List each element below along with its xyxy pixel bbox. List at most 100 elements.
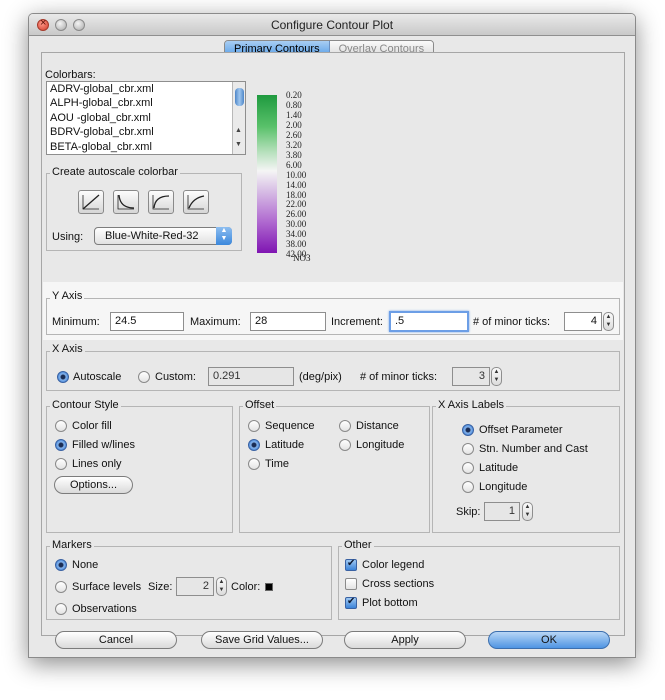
y-minor-ticks-stepper[interactable]: ▲ ▼ [603,312,614,331]
apply-button[interactable]: Apply [344,631,466,649]
labels-longitude-radio[interactable] [462,481,474,493]
offset-sequence-label: Sequence [265,420,315,432]
x-minor-ticks-field[interactable]: 3 [452,367,490,386]
offset-longitude-label: Longitude [356,439,405,451]
x-minor-ticks-label: # of minor ticks: [360,371,438,383]
markers-none-radio[interactable] [55,559,67,571]
y-minor-ticks-field[interactable]: 4 [564,312,602,331]
marker-size-stepper[interactable]: ▲ ▼ [216,577,227,596]
colorbars-scrollbar[interactable]: ▲ ▼ [232,82,245,154]
marker-color-label: Color: [231,581,261,593]
autoscale-colorbar-title: Create autoscale colorbar [50,166,180,178]
cross-sections-label: Cross sections [362,578,435,590]
offset-sequence-radio[interactable] [248,420,260,432]
lines-only-radio[interactable] [55,458,67,470]
x-custom-radio[interactable] [138,371,150,383]
ok-button[interactable]: OK [488,631,610,649]
scroll-up-arrow-icon[interactable]: ▲ [235,127,242,134]
list-item[interactable]: ALPH-global_cbr.xml [47,96,245,110]
colorbars-list[interactable]: ADRV-global_cbr.xml ALPH-global_cbr.xml … [46,81,246,155]
window-title: Configure Contour Plot [270,18,394,32]
cancel-button[interactable]: Cancel [55,631,177,649]
x-axis-title: X Axis [50,343,85,355]
offset-time-label: Time [265,458,290,470]
x-minor-ticks-stepper[interactable]: ▲ ▼ [491,367,502,386]
colorbar-scheme-select[interactable]: Blue-White-Red-32 ▲ ▼ [94,227,232,245]
offset-parameter-radio[interactable] [462,424,474,436]
y-minimum-label: Minimum: [52,316,100,328]
save-grid-values-button[interactable]: Save Grid Values... [201,631,323,649]
surface-levels-radio[interactable] [55,581,67,593]
convex-curve-icon [152,195,170,210]
title-bar: Configure Contour Plot [29,14,635,36]
x-units-label: (deg/pix) [299,371,342,383]
offset-title: Offset [243,399,277,411]
configure-contour-plot-window: Configure Contour Plot Primary Contours … [28,13,636,658]
labels-latitude-radio[interactable] [462,462,474,474]
colorbar-scheme-value: Blue-White-Red-32 [105,230,199,242]
x-autoscale-radio[interactable] [57,371,69,383]
labels-longitude-label: Longitude [479,481,528,493]
list-item[interactable]: BETA-global_cbr.xml [47,140,245,154]
contour-options-button[interactable]: Options... [54,476,133,494]
markers-none-label: None [72,559,99,571]
scrollbar-thumb[interactable] [235,88,244,106]
filled-with-lines-radio[interactable] [55,439,67,451]
y-increment-field[interactable]: .5 [389,311,469,332]
list-item[interactable]: ADRV-global_cbr.xml [47,82,245,96]
offset-distance-radio[interactable] [339,420,351,432]
linear-curve-icon [82,194,100,210]
marker-size-label: Size: [148,581,173,593]
logarithmic-curve-icon [187,195,205,210]
color-fill-radio[interactable] [55,420,67,432]
colorbar-scale-labels: 0.20 0.80 1.40 2.00 2.60 3.20 3.80 6.00 10.0… [286,90,306,260]
color-fill-label: Color fill [72,420,112,432]
plot-bottom-checkbox[interactable] [345,596,357,609]
offset-parameter-label: Offset Parameter [479,424,563,436]
offset-time-radio[interactable] [248,458,260,470]
y-maximum-field[interactable]: 28 [250,312,326,331]
observations-label: Observations [72,603,137,615]
x-custom-field[interactable]: 0.291 [208,367,294,386]
filled-with-lines-label: Filled w/lines [72,439,135,451]
y-maximum-label: Maximum: [190,316,241,328]
concave-curve-button[interactable] [113,190,139,214]
list-item[interactable]: AOU -global_cbr.xml [47,111,245,125]
plot-bottom-label: Plot bottom [362,597,418,609]
marker-color-swatch[interactable] [265,583,273,591]
stn-number-cast-label: Stn. Number and Cast [479,443,588,455]
convex-curve-button[interactable] [148,190,174,214]
x-autoscale-label: Autoscale [73,371,122,383]
markers-title: Markers [50,539,94,551]
skip-field[interactable]: 1 [484,502,520,521]
logarithmic-curve-button[interactable] [183,190,209,214]
skip-label: Skip: [456,506,481,518]
contour-style-title: Contour Style [50,399,121,411]
x-axis-labels-title: X Axis Labels [436,399,507,411]
cross-sections-checkbox[interactable] [345,578,357,590]
y-increment-label: Increment: [331,316,383,328]
other-title: Other [342,539,374,551]
concave-curve-icon [117,194,135,210]
colorbar-variable-label: NO3 [293,253,311,263]
y-minor-ticks-label: # of minor ticks: [473,316,551,328]
labels-latitude-label: Latitude [479,462,519,474]
color-legend-checkbox[interactable] [345,558,357,571]
y-axis-title: Y Axis [50,290,85,302]
observations-radio[interactable] [55,603,67,615]
x-custom-label: Custom: [155,371,196,383]
skip-stepper[interactable]: ▲ ▼ [522,502,533,521]
color-legend-label: Color legend [362,559,425,571]
primary-contours-panel: Colorbars: ADRV-global_cbr.xml ALPH-glob… [41,52,625,636]
linear-curve-button[interactable] [78,190,104,214]
y-minimum-field[interactable]: 24.5 [110,312,184,331]
offset-latitude-radio[interactable] [248,439,260,451]
colorbars-label: Colorbars: [45,69,96,81]
offset-longitude-radio[interactable] [339,439,351,451]
marker-size-field[interactable]: 2 [176,577,214,596]
scroll-down-arrow-icon[interactable]: ▼ [235,141,242,148]
offset-latitude-label: Latitude [265,439,305,451]
list-item[interactable]: BDRV-global_cbr.xml [47,125,245,139]
lines-only-label: Lines only [72,458,122,470]
stn-number-cast-radio[interactable] [462,443,474,455]
